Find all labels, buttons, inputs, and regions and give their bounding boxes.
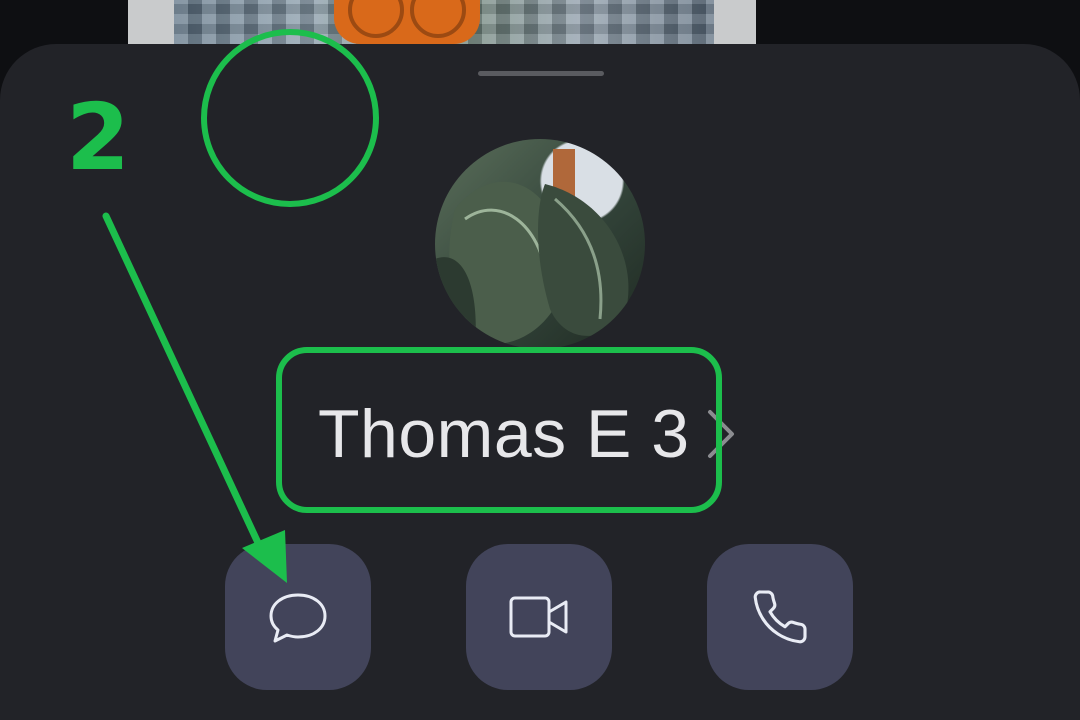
chevron-right-icon xyxy=(707,410,734,458)
video-camera-icon xyxy=(509,596,568,638)
video-call-button[interactable] xyxy=(466,544,612,690)
contact-name-row[interactable]: Thomas E 3 xyxy=(318,390,738,478)
contact-avatar[interactable] xyxy=(435,139,645,349)
leaf-photo xyxy=(435,149,629,349)
voice-call-button[interactable] xyxy=(707,544,853,690)
orange-bicycle-graphic xyxy=(334,0,480,44)
contact-name: Thomas E 3 xyxy=(318,396,690,472)
background-photo-strip xyxy=(128,0,756,44)
phone-icon xyxy=(753,590,807,644)
message-icon xyxy=(269,593,327,643)
sheet-drag-handle[interactable] xyxy=(478,71,604,76)
message-button[interactable] xyxy=(225,544,371,690)
contact-bottom-sheet: Thomas E 3 xyxy=(0,44,1080,720)
